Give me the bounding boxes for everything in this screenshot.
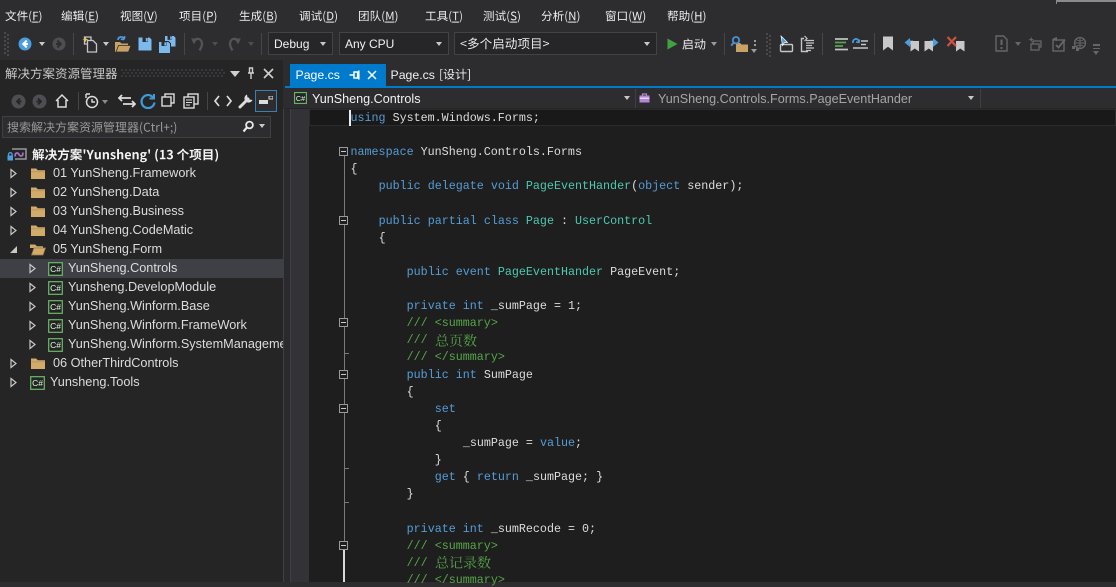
svg-text:C#: C# bbox=[296, 93, 305, 102]
svg-text:C#: C# bbox=[50, 321, 61, 331]
svg-text:C#: C# bbox=[32, 378, 43, 388]
svg-text:C#: C# bbox=[50, 302, 61, 312]
svg-text:C#: C# bbox=[50, 283, 61, 293]
svg-text:C#: C# bbox=[50, 340, 61, 350]
svg-text:C#: C# bbox=[50, 264, 61, 274]
